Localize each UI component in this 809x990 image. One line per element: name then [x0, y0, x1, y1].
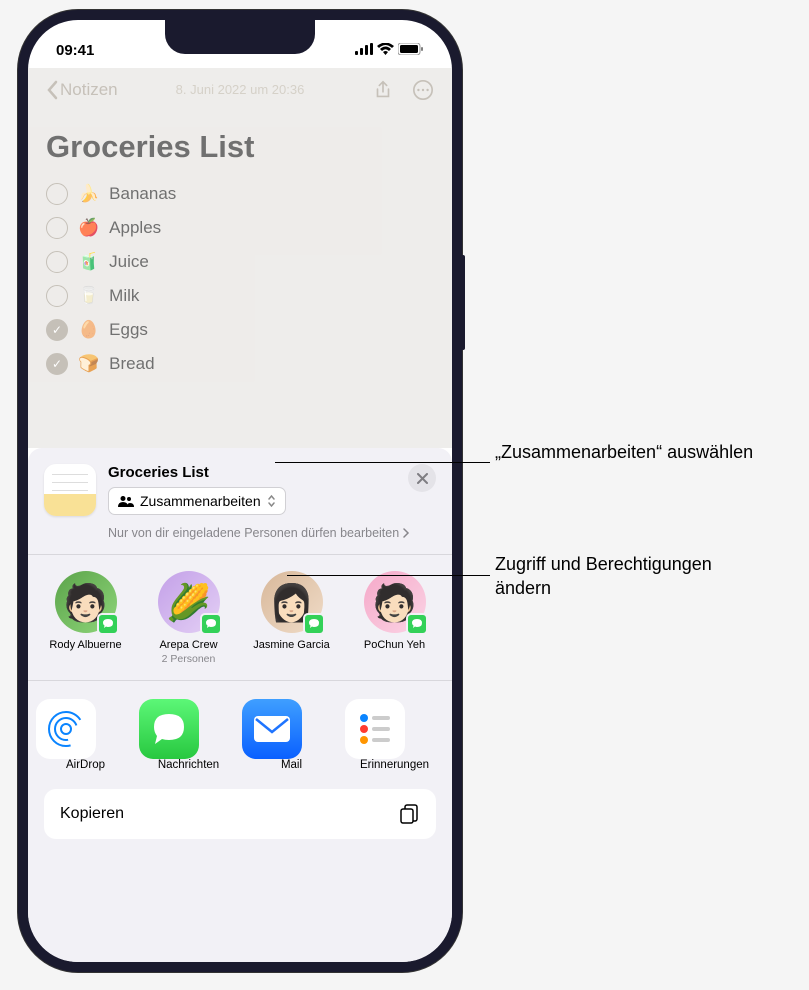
- item-text: Bananas: [109, 184, 176, 204]
- checkbox-icon[interactable]: [46, 183, 68, 205]
- app-label: Mail: [242, 759, 341, 771]
- people-icon: [118, 495, 134, 507]
- share-sheet: Groceries List Zusammenarbeiten Nur von …: [28, 448, 452, 962]
- notes-background: Notizen 8. Juni 2022 um 20:36 Groceries …: [28, 68, 452, 448]
- callout-line-2: [287, 575, 490, 576]
- permissions-row[interactable]: Nur von dir eingeladene Personen dürfen …: [28, 522, 452, 555]
- copy-icon: [398, 803, 420, 825]
- contact-target[interactable]: 🧑🏻 PoChun Yeh: [345, 571, 444, 666]
- checklist-item[interactable]: 🥛 Milk: [46, 285, 434, 307]
- checklist-item[interactable]: ✓ 🥚 Eggs: [46, 319, 434, 341]
- phone-frame: 09:41 Notizen: [18, 10, 462, 972]
- checkbox-icon[interactable]: [46, 217, 68, 239]
- erinnerungen-app-icon: [345, 699, 444, 759]
- status-time: 09:41: [56, 42, 94, 59]
- contact-name: PoChun Yeh: [345, 639, 444, 653]
- callout-line-1: [275, 462, 490, 463]
- permissions-text: Nur von dir eingeladene Personen dürfen …: [108, 526, 399, 540]
- contacts-row: 🧑🏻 Rody Albuerne 🌽 Arepa Crew2 Personen 👩🏻 Ja…: [28, 555, 452, 681]
- contact-name: Jasmine Garcia: [242, 639, 341, 653]
- item-emoji: 🍎: [78, 218, 99, 238]
- contact-avatar: 🧑🏻: [55, 571, 117, 633]
- item-text: Juice: [109, 252, 149, 272]
- checklist-item[interactable]: ✓ 🍞 Bread: [46, 353, 434, 375]
- sheet-title: Groceries List: [108, 464, 396, 481]
- contact-avatar: 👩🏻: [261, 571, 323, 633]
- share-app-target[interactable]: Erinnerungen: [345, 699, 444, 771]
- copy-label: Kopieren: [60, 805, 124, 823]
- share-app-target[interactable]: AirDrop: [36, 699, 135, 771]
- checklist-item[interactable]: 🍎 Apples: [46, 217, 434, 239]
- contact-target[interactable]: 🧑🏻 Rody Albuerne: [36, 571, 135, 666]
- checklist-item[interactable]: 🍌 Bananas: [46, 183, 434, 205]
- messages-badge-icon: [303, 613, 325, 635]
- app-label: AirDrop: [36, 759, 135, 771]
- messages-badge-icon: [97, 613, 119, 635]
- checkbox-checked-icon[interactable]: ✓: [46, 319, 68, 341]
- callout-permissions: Zugriff und Berechtigungen ändern: [495, 552, 745, 601]
- contact-avatar: 🧑🏻: [364, 571, 426, 633]
- notch: [165, 20, 315, 54]
- notes-app-icon: [44, 464, 96, 516]
- chevron-right-icon: [403, 528, 410, 538]
- app-label: Nachrichten: [139, 759, 238, 771]
- contact-subtitle: 2 Personen: [139, 653, 238, 666]
- contact-name: Arepa Crew: [139, 639, 238, 653]
- side-button: [461, 255, 465, 350]
- item-emoji: 🥚: [78, 320, 99, 340]
- item-text: Bread: [109, 354, 154, 374]
- item-text: Apples: [109, 218, 161, 238]
- item-emoji: 🧃: [78, 252, 99, 272]
- checkbox-checked-icon[interactable]: ✓: [46, 353, 68, 375]
- share-app-target[interactable]: Nachrichten: [139, 699, 238, 771]
- callout-collaborate: „Zusammenarbeiten“ auswählen: [495, 440, 785, 464]
- item-emoji: 🍞: [78, 354, 99, 374]
- nachrichten-app-icon: [139, 699, 238, 759]
- contact-target[interactable]: 👩🏻 Jasmine Garcia: [242, 571, 341, 666]
- checklist-item[interactable]: 🧃 Juice: [46, 251, 434, 273]
- messages-badge-icon: [406, 613, 428, 635]
- apps-row: AirDrop Nachrichten Mail Erinnerungen: [28, 681, 452, 789]
- item-emoji: 🥛: [78, 286, 99, 306]
- airdrop-app-icon: [36, 699, 135, 759]
- screen: 09:41 Notizen: [28, 20, 452, 962]
- item-text: Eggs: [109, 320, 148, 340]
- contact-target[interactable]: 🌽 Arepa Crew2 Personen: [139, 571, 238, 666]
- item-text: Milk: [109, 286, 139, 306]
- share-app-target[interactable]: Mail: [242, 699, 341, 771]
- close-icon: [417, 473, 428, 484]
- collaborate-label: Zusammenarbeiten: [140, 493, 261, 509]
- messages-badge-icon: [200, 613, 222, 635]
- wifi-icon: [377, 42, 394, 59]
- mail-app-icon: [242, 699, 341, 759]
- contact-avatar: 🌽: [158, 571, 220, 633]
- battery-icon: [398, 42, 424, 59]
- note-title: Groceries List: [46, 129, 434, 165]
- signal-icon: [355, 42, 373, 59]
- close-button[interactable]: [408, 464, 436, 492]
- app-label: Erinnerungen: [345, 759, 444, 771]
- collaborate-selector[interactable]: Zusammenarbeiten: [108, 487, 286, 515]
- checkbox-icon[interactable]: [46, 285, 68, 307]
- updown-chevron-icon: [267, 494, 276, 508]
- note-date: 8. Juni 2022 um 20:36: [46, 82, 434, 97]
- copy-action[interactable]: Kopieren: [44, 789, 436, 839]
- contact-name: Rody Albuerne: [36, 639, 135, 653]
- checkbox-icon[interactable]: [46, 251, 68, 273]
- item-emoji: 🍌: [78, 184, 99, 204]
